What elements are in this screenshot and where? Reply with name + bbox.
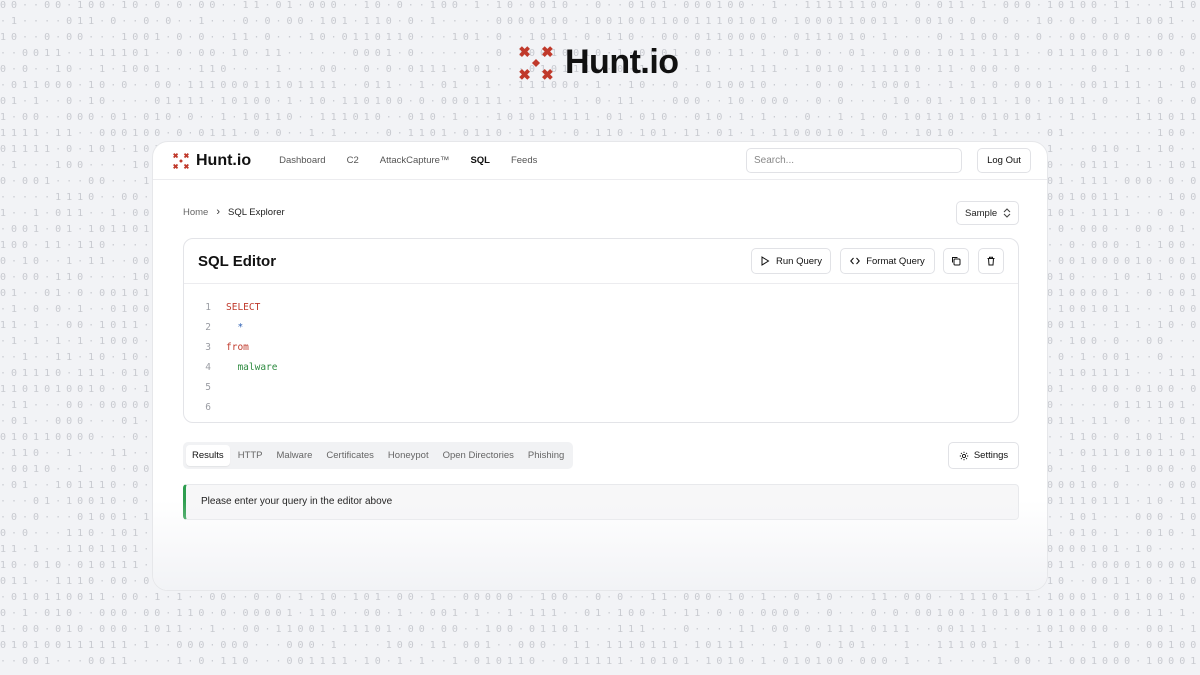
nav-link-dashboard[interactable]: Dashboard xyxy=(279,155,325,166)
play-icon xyxy=(761,256,770,266)
editor-header: SQL Editor Run Query Format Query xyxy=(184,239,1018,284)
tab-results[interactable]: Results xyxy=(186,445,230,466)
nav-link-feeds[interactable]: Feeds xyxy=(511,155,537,166)
code-text: malware xyxy=(226,361,278,373)
line-number: 6 xyxy=(205,401,211,413)
line-number: 5 xyxy=(205,381,211,393)
tab-http[interactable]: HTTP xyxy=(232,445,269,466)
editor-title: SQL Editor xyxy=(198,252,277,270)
card-fade xyxy=(153,500,1047,590)
code-area[interactable]: 1 SELECT 2 * 3 from 4 malware 5 6 xyxy=(184,284,1018,417)
trash-icon xyxy=(987,256,995,266)
nav-link-attackcapture[interactable]: AttackCapture™ xyxy=(380,155,450,166)
hunt-logo-icon xyxy=(173,152,189,169)
tab-honeypot[interactable]: Honeypot xyxy=(382,445,435,466)
gear-icon xyxy=(959,451,969,460)
breadcrumb: Home › SQL Explorer xyxy=(183,206,285,218)
code-icon xyxy=(850,257,861,265)
breadcrumb-home[interactable]: Home xyxy=(183,207,208,218)
nav-link-c2[interactable]: C2 xyxy=(347,155,359,166)
run-query-label: Run Query xyxy=(776,255,822,267)
code-line: 1 SELECT xyxy=(184,297,1018,317)
app-window: Hunt.io Dashboard C2 AttackCapture™ SQL … xyxy=(152,141,1048,591)
format-query-button[interactable]: Format Query xyxy=(840,248,935,274)
code-line: 6 xyxy=(184,397,1018,417)
nav-link-sql[interactable]: SQL xyxy=(470,155,490,166)
code-line: 4 malware xyxy=(184,357,1018,377)
settings-button[interactable]: Settings xyxy=(948,442,1019,469)
delete-button[interactable] xyxy=(978,248,1004,274)
sample-select-value: Sample xyxy=(965,207,998,219)
hero-logo: Hunt.io xyxy=(517,43,679,82)
nav-brand-name: Hunt.io xyxy=(196,151,252,169)
result-tabs: Results HTTP Malware Certificates Honeypot Op… xyxy=(183,442,574,469)
line-number: 2 xyxy=(205,321,211,333)
format-query-label: Format Query xyxy=(866,255,925,267)
hunt-logo-icon xyxy=(519,45,553,80)
line-number: 1 xyxy=(205,301,211,313)
code-text: * xyxy=(226,321,244,333)
tab-open-directories[interactable]: Open Directories xyxy=(437,445,520,466)
breadcrumb-current: SQL Explorer xyxy=(228,206,285,218)
code-text: SELECT xyxy=(226,301,261,313)
nav-links: Dashboard C2 AttackCapture™ SQL Feeds xyxy=(279,155,537,166)
line-number: 3 xyxy=(205,341,211,353)
tab-certificates[interactable]: Certificates xyxy=(320,445,380,466)
sample-select[interactable]: Sample xyxy=(956,201,1019,225)
top-navigation: Hunt.io Dashboard C2 AttackCapture™ SQL … xyxy=(153,142,1047,180)
code-line: 2 * xyxy=(184,317,1018,337)
run-query-button[interactable]: Run Query xyxy=(751,248,831,274)
code-line: 3 from xyxy=(184,337,1018,357)
chevron-right-icon: › xyxy=(216,206,221,218)
copy-icon xyxy=(952,257,961,266)
line-number: 4 xyxy=(205,361,211,373)
hero-brand-name: Hunt.io xyxy=(565,43,679,81)
search-input[interactable]: Search... xyxy=(746,148,962,173)
code-text: from xyxy=(226,341,249,353)
sql-editor: SQL Editor Run Query Format Query 1 SELEC… xyxy=(183,238,1019,423)
settings-label: Settings xyxy=(973,450,1009,461)
tab-malware[interactable]: Malware xyxy=(271,445,319,466)
code-line: 5 xyxy=(184,377,1018,397)
nav-brand[interactable]: Hunt.io xyxy=(172,152,251,170)
logout-button[interactable]: Log Out xyxy=(977,148,1031,173)
copy-button[interactable] xyxy=(943,248,969,274)
chevron-up-down-icon xyxy=(1003,208,1011,218)
tab-phishing[interactable]: Phishing xyxy=(522,445,570,466)
